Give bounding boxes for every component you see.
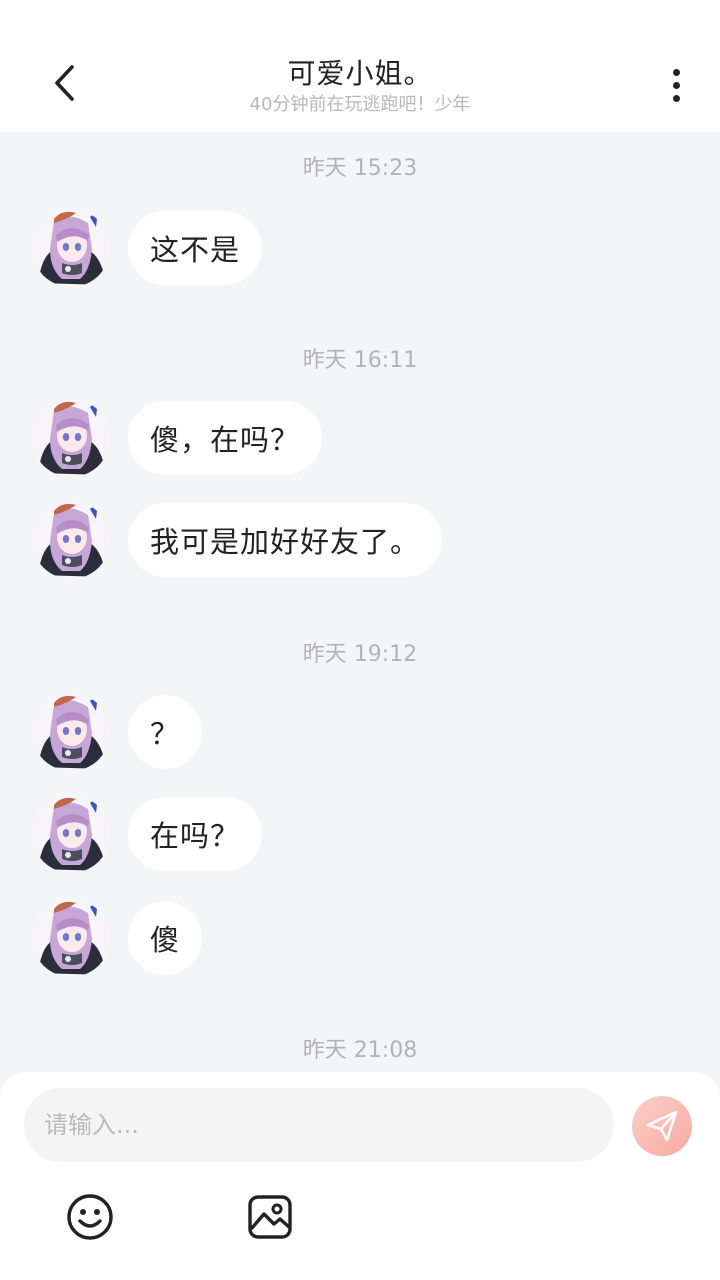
avatar-image bbox=[32, 399, 110, 477]
chat-status-subtitle: 40分钟前在玩逃跑吧！少年 bbox=[249, 94, 471, 115]
avatar-image bbox=[32, 209, 110, 287]
message-row: 在吗？ bbox=[32, 794, 263, 874]
timestamp: 昨天 21:08 bbox=[302, 1038, 418, 1063]
message-bubble[interactable]: 傻，在吗？ bbox=[128, 401, 323, 475]
chat-header: 可爱小姐。 40分钟前在玩逃跑吧！少年 bbox=[0, 0, 720, 132]
timestamp: 昨天 15:23 bbox=[302, 156, 418, 181]
more-options-button[interactable] bbox=[656, 60, 696, 110]
message-row: 这不是 bbox=[32, 208, 263, 288]
more-vertical-icon-dot bbox=[672, 81, 680, 89]
timestamp: 昨天 16:11 bbox=[302, 348, 418, 373]
message-bubble[interactable]: 傻 bbox=[128, 901, 203, 975]
message-row: ？ bbox=[32, 692, 203, 772]
message-row: 我可是加好好友了。 bbox=[32, 500, 443, 580]
avatar[interactable] bbox=[32, 501, 110, 579]
image-button[interactable] bbox=[245, 1192, 295, 1242]
timestamp: 昨天 19:12 bbox=[302, 642, 418, 667]
message-row: 傻 bbox=[32, 898, 203, 978]
avatar[interactable] bbox=[32, 899, 110, 977]
paper-plane-icon bbox=[646, 1110, 678, 1142]
message-bubble[interactable]: 我可是加好好友了。 bbox=[128, 503, 443, 577]
avatar[interactable] bbox=[32, 399, 110, 477]
message-bubble[interactable]: 在吗？ bbox=[128, 797, 263, 871]
send-button[interactable] bbox=[632, 1096, 692, 1156]
message-row: 傻，在吗？ bbox=[32, 398, 323, 478]
avatar-image bbox=[32, 899, 110, 977]
input-panel bbox=[0, 1072, 720, 1280]
avatar[interactable] bbox=[32, 693, 110, 771]
chat-title: 可爱小姐。 bbox=[287, 57, 433, 90]
message-bubble[interactable]: 这不是 bbox=[128, 211, 263, 285]
message-list[interactable]: 昨天 15:23 这不是 昨天 16:11 傻，在吗？ 我可是加好好友了。 昨天… bbox=[0, 132, 720, 1072]
message-bubble[interactable]: ？ bbox=[128, 695, 203, 769]
avatar[interactable] bbox=[32, 209, 110, 287]
image-icon bbox=[248, 1195, 292, 1239]
avatar-image bbox=[32, 795, 110, 873]
emoji-button[interactable] bbox=[65, 1192, 115, 1242]
more-vertical-icon-dot bbox=[672, 94, 680, 102]
message-input[interactable] bbox=[24, 1088, 614, 1162]
smiley-icon bbox=[67, 1194, 113, 1240]
more-vertical-icon bbox=[672, 68, 680, 76]
avatar[interactable] bbox=[32, 795, 110, 873]
avatar-image bbox=[32, 501, 110, 579]
avatar-image bbox=[32, 693, 110, 771]
chat-screen: 可爱小姐。 40分钟前在玩逃跑吧！少年 昨天 15:23 这不是 昨天 16:1… bbox=[0, 0, 720, 1280]
